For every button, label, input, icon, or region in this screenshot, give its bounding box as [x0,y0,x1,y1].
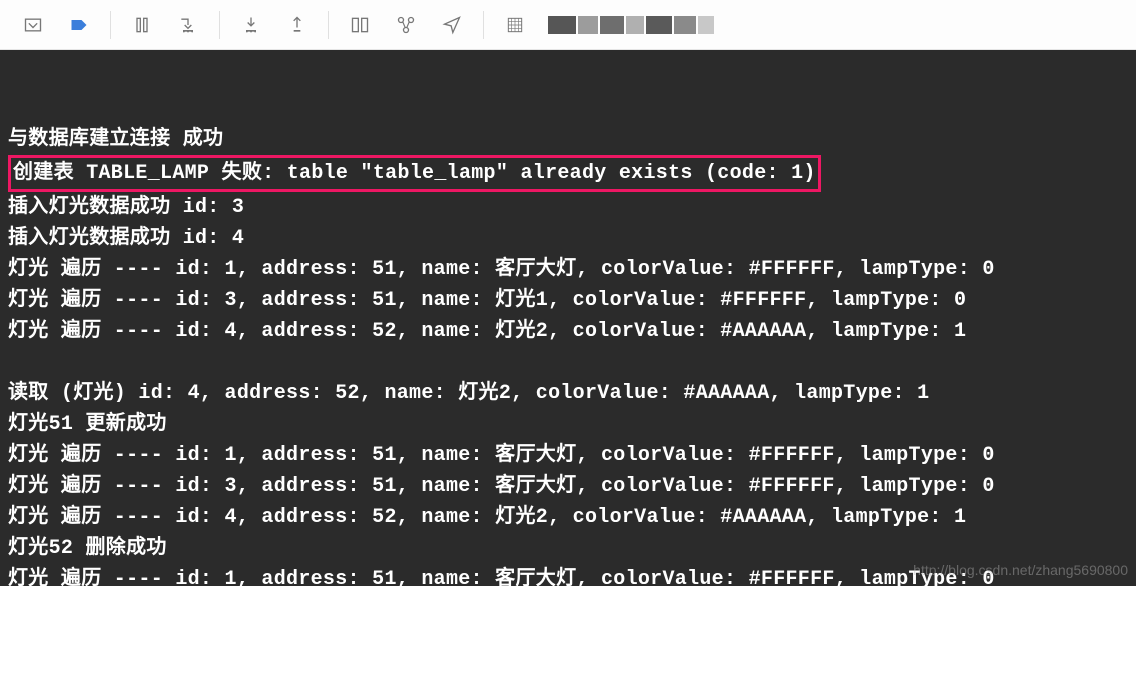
console-line: 与数据库建立连接 成功 [6,124,1130,155]
console-line: 灯光 遍历 ---- id: 1, address: 51, name: 客厅大… [6,254,1130,285]
console-line: 灯光 遍历 ---- id: 4, address: 52, name: 灯光2… [6,316,1130,347]
console-line: 灯光 遍历 ---- id: 4, address: 52, name: 灯光2… [6,502,1130,533]
console-line: 插入灯光数据成功 id: 3 [6,192,1130,223]
console-line: 灯光 遍历 ---- id: 1, address: 51, name: 客厅大… [6,440,1130,471]
debug-views-icon[interactable] [339,5,381,45]
console-line: 插入灯光数据成功 id: 4 [6,223,1130,254]
dropdown-menu-icon[interactable] [12,5,54,45]
console-line: 灯光 遍历 ---- id: 3, address: 51, name: 灯光1… [6,285,1130,316]
console-line: 灯光 遍历 ---- id: 3, address: 51, name: 客厅大… [6,471,1130,502]
step-out-icon[interactable] [276,5,318,45]
pause-icon[interactable] [121,5,163,45]
separator [483,11,484,39]
console-line: 创建表 TABLE_LAMP 失败: table "table_lamp" al… [6,155,1130,192]
grid-icon[interactable] [494,5,536,45]
watermark: http://blog.csdn.net/zhang5690800 [913,560,1128,582]
label-icon[interactable] [58,5,100,45]
console-output: 与数据库建立连接 成功创建表 TABLE_LAMP 失败: table "tab… [0,50,1136,586]
debug-toolbar [0,0,1136,50]
console-line [6,347,1130,378]
console-line: 灯光51 更新成功 [6,409,1130,440]
separator [328,11,329,39]
separator [110,11,111,39]
location-icon[interactable] [431,5,473,45]
step-over-icon[interactable] [167,5,209,45]
separator [219,11,220,39]
console-line: 灯光 遍历 ---- id: 3, address: 51, name: 客厅大… [6,595,1130,626]
breakpoints-icon[interactable] [385,5,427,45]
highlighted-error: 创建表 TABLE_LAMP 失败: table "table_lamp" al… [8,155,821,192]
step-into-icon[interactable] [230,5,272,45]
redacted-area [548,16,714,34]
console-line: 读取 (灯光) id: 4, address: 52, name: 灯光2, c… [6,378,1130,409]
